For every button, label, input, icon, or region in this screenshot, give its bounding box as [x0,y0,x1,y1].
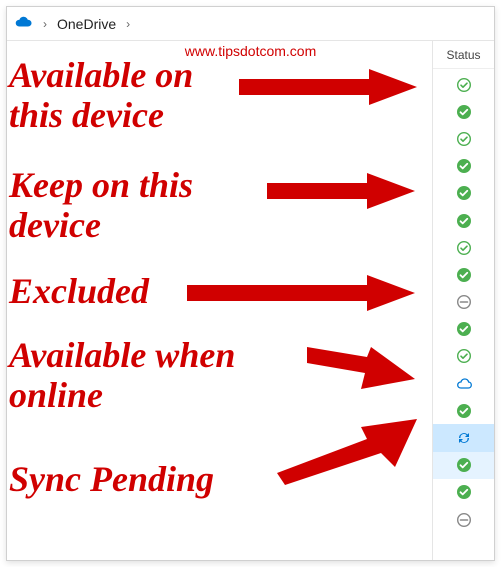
status-column-header[interactable]: Status [433,41,494,69]
breadcrumb-root[interactable]: OneDrive [57,16,116,32]
status-cell-solid_check[interactable] [433,397,494,424]
annotation-excluded: Excluded [9,271,149,311]
annotation-sync-pending: Sync Pending [9,459,214,499]
solid_check-icon [456,484,472,500]
annotation-line: this device [9,95,193,135]
arrow-icon [187,273,417,313]
chevron-right-icon: › [39,17,51,31]
status-cell-solid_check[interactable] [433,452,494,479]
status-cell-cloud[interactable] [433,370,494,397]
solid_check-icon [456,213,472,229]
status-cell-solid_check[interactable] [433,153,494,180]
onedrive-cloud-icon [15,15,33,33]
status-column: Status [432,41,494,560]
status-cell-outline_check[interactable] [433,125,494,152]
status-cell-excluded[interactable] [433,289,494,316]
annotation-area: Available on this device Keep on this de… [7,41,432,560]
status-cell-sync[interactable] [433,424,494,451]
status-cell-outline_check[interactable] [433,234,494,261]
status-cell-solid_check[interactable] [433,98,494,125]
annotation-line: online [9,375,235,415]
watermark-text: www.tipsdotcom.com [185,43,316,59]
annotation-line: Keep on this [9,165,193,205]
solid_check-icon [456,321,472,337]
breadcrumb[interactable]: › OneDrive › [7,7,494,41]
arrow-icon [267,171,417,211]
annotation-line: device [9,205,193,245]
status-cell-solid_check[interactable] [433,316,494,343]
status-cell-solid_check[interactable] [433,479,494,506]
outline_check-icon [456,348,472,364]
content-area: Available on this device Keep on this de… [7,41,494,560]
solid_check-icon [456,403,472,419]
outline_check-icon [456,131,472,147]
annotation-keep-on-device: Keep on this device [9,165,193,246]
solid_check-icon [456,457,472,473]
status-cell-solid_check[interactable] [433,180,494,207]
annotation-available-on-device: Available on this device [9,55,193,136]
excluded-icon [456,512,472,528]
outline_check-icon [456,240,472,256]
solid_check-icon [456,185,472,201]
status-cell-outline_check[interactable] [433,343,494,370]
annotation-line: Available when [9,335,235,375]
status-cell-outline_check[interactable] [433,71,494,98]
arrow-icon [307,339,419,399]
sync-icon [456,430,472,446]
status-cell-excluded[interactable] [433,506,494,533]
solid_check-icon [456,267,472,283]
annotation-line: Available on [9,55,193,95]
explorer-window: › OneDrive › www.tipsdotcom.com Availabl… [6,6,495,561]
annotation-available-online: Available when online [9,335,235,416]
annotation-line: Excluded [9,271,149,311]
cloud-icon [456,376,472,392]
solid_check-icon [456,158,472,174]
arrow-icon [277,415,422,485]
arrow-icon [239,67,419,107]
annotation-line: Sync Pending [9,459,214,499]
status-cell-solid_check[interactable] [433,261,494,288]
outline_check-icon [456,77,472,93]
status-cell-solid_check[interactable] [433,207,494,234]
status-list [433,69,494,560]
solid_check-icon [456,104,472,120]
chevron-right-icon: › [122,17,134,31]
excluded-icon [456,294,472,310]
